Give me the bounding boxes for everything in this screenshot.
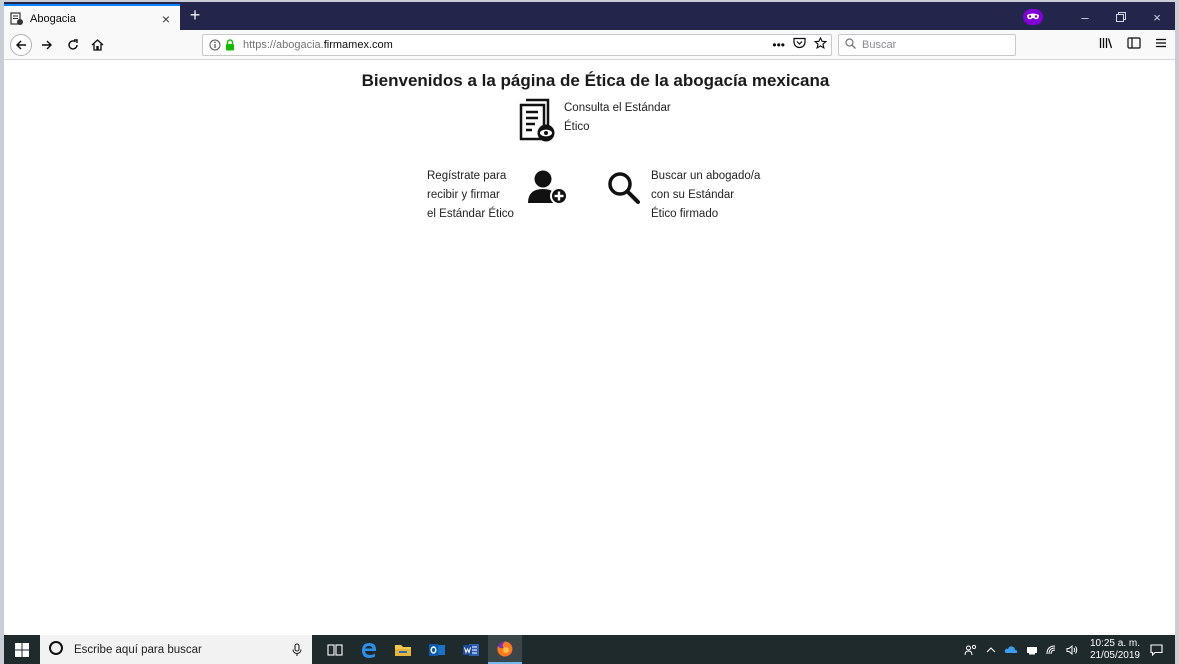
buscar-line-3: Ético firmado [651, 208, 719, 220]
taskbar: Escribe aquí para buscar 10:25 a. m. 21/… [4, 635, 1175, 664]
site-info-icon[interactable] [209, 39, 223, 51]
tab-bar: Abogacia × + – × [4, 0, 1175, 32]
document-view-icon [518, 98, 556, 151]
buscar-line-1: Buscar un abogado/a [651, 170, 761, 182]
screen: Abogacia × + – × https://abogacia.firmam… [0, 0, 1179, 664]
notifications-icon[interactable] [1150, 643, 1163, 656]
taskbar-search-placeholder: Escribe aquí para buscar [74, 643, 202, 656]
network-icon[interactable] [1026, 645, 1038, 655]
cortana-circle-icon [48, 640, 64, 659]
reload-button[interactable] [62, 34, 84, 56]
bookmark-star-icon[interactable] [813, 36, 828, 52]
new-tab-button[interactable]: + [184, 4, 206, 28]
edge-browser-icon[interactable] [352, 635, 386, 664]
consulta-line-2: Ético [564, 121, 590, 133]
clock-date: 21/05/2019 [1089, 649, 1140, 661]
library-icon[interactable] [1099, 36, 1113, 54]
forward-button[interactable] [36, 34, 58, 56]
consulta-line-1: Consulta el Estándar [564, 102, 671, 114]
wifi-icon[interactable] [1046, 645, 1058, 655]
nav-bar: https://abogacia.firmamex.com ••• Buscar [4, 30, 1175, 60]
menu-hamburger-icon[interactable] [1155, 36, 1167, 54]
tab-close-icon[interactable]: × [158, 11, 174, 27]
file-explorer-icon[interactable] [386, 635, 420, 664]
clock-time: 10:25 a. m. [1089, 637, 1140, 649]
page-content: Bienvenidos a la página de Ética de la a… [4, 61, 1175, 635]
registro-link[interactable]: Regístrate para recibir y firmar el Está… [427, 167, 569, 224]
people-icon[interactable] [964, 644, 978, 656]
tab-title: Abogacia [30, 13, 76, 25]
taskbar-search-box[interactable]: Escribe aquí para buscar [40, 635, 312, 664]
consulta-estandar-link[interactable]: Consulta el Estándar Ético [518, 98, 684, 151]
chevron-up-icon[interactable] [986, 646, 996, 654]
onedrive-cloud-icon[interactable] [1004, 645, 1018, 654]
close-window-button[interactable]: × [1139, 10, 1175, 25]
registro-line-2: recibir y firmar [427, 189, 500, 201]
page-actions-button[interactable]: ••• [772, 38, 785, 52]
word-icon[interactable] [454, 635, 488, 664]
document-favicon-icon [10, 12, 24, 26]
buscar-abogado-link[interactable]: Buscar un abogado/a con su Estándar Étic… [607, 167, 771, 224]
minimize-button[interactable]: – [1067, 10, 1103, 25]
system-tray: 10:25 a. m. 21/05/2019 [964, 635, 1175, 664]
microphone-icon[interactable] [292, 642, 302, 657]
restore-button[interactable] [1103, 10, 1139, 25]
registro-line-3: el Estándar Ético [427, 208, 514, 220]
volume-icon[interactable] [1066, 644, 1078, 655]
windows-start-icon[interactable] [4, 635, 40, 664]
outlook-icon[interactable] [420, 635, 454, 664]
search-placeholder: Buscar [862, 39, 897, 51]
search-icon [845, 38, 856, 52]
add-user-icon [525, 167, 569, 224]
pocket-icon[interactable] [793, 37, 806, 52]
page-title: Bienvenidos a la página de Ética de la a… [361, 71, 830, 90]
registro-line-1: Regístrate para [427, 170, 507, 182]
home-button[interactable] [86, 34, 108, 56]
private-browsing-icon [1023, 9, 1043, 25]
url-bar[interactable]: https://abogacia.firmamex.com ••• [202, 34, 832, 56]
sidebar-icon[interactable] [1127, 36, 1141, 54]
url-text: https://abogacia.firmamex.com [243, 39, 393, 51]
buscar-line-2: con su Estándar [651, 189, 735, 201]
back-button[interactable] [10, 34, 32, 56]
tab-abogacia[interactable]: Abogacia × [4, 4, 180, 32]
task-view-icon[interactable] [318, 635, 352, 664]
magnifier-search-icon [607, 171, 641, 224]
firefox-icon[interactable] [488, 635, 522, 664]
search-bar[interactable]: Buscar [838, 34, 1016, 56]
secure-lock-icon[interactable] [225, 39, 237, 51]
taskbar-clock[interactable]: 10:25 a. m. 21/05/2019 [1090, 638, 1140, 662]
